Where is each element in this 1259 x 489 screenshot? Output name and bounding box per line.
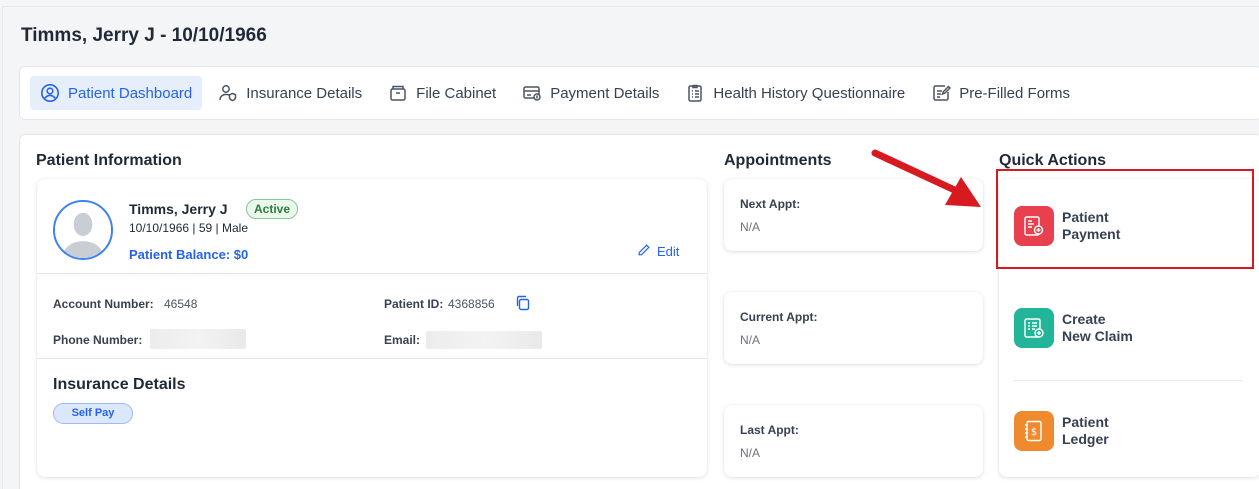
patient-ledger-action[interactable]: $ Patient Ledger [1014, 411, 1109, 451]
insurance-details-title: Insurance Details [53, 376, 186, 393]
create-new-claim-label: Create New Claim [1062, 311, 1133, 344]
tab-health-history-questionnaire[interactable]: Health History Questionnaire [675, 76, 915, 110]
users-shield-icon [218, 83, 238, 103]
divider [37, 358, 707, 359]
patient-name: Timms, Jerry J [129, 201, 228, 217]
account-number-value: 46548 [164, 297, 198, 311]
patient-card: Timms, Jerry J Active 10/10/1966 | 59 | … [37, 179, 707, 477]
current-appt-card: Current Appt: N/A [724, 292, 983, 364]
last-appt-card: Last Appt: N/A [724, 405, 983, 477]
last-appt-label: Last Appt: [740, 423, 799, 437]
next-appt-value: N/A [740, 220, 761, 234]
quick-actions-title: Quick Actions [999, 152, 1106, 169]
form-edit-icon [931, 83, 952, 103]
current-appt-label: Current Appt: [740, 310, 818, 324]
tab-pre-filled-forms[interactable]: Pre-Filled Forms [921, 76, 1080, 110]
phone-number-label: Phone Number: [53, 333, 143, 347]
highlight-box [996, 169, 1254, 269]
edit-label: Edit [657, 244, 680, 259]
email-redacted [426, 331, 542, 349]
tab-bar: Patient Dashboard Insurance Details File… [19, 66, 1259, 120]
patient-demographics: 10/10/1966 | 59 | Male [129, 221, 248, 235]
patient-information-title: Patient Information [36, 152, 182, 169]
tab-label: Insurance Details [246, 84, 363, 102]
red-arrow-icon [871, 149, 981, 207]
current-appt-value: N/A [740, 333, 761, 347]
svg-text:$: $ [1031, 427, 1037, 438]
patient-ledger-label: Patient Ledger [1062, 414, 1109, 447]
tab-label: Patient Dashboard [68, 84, 193, 102]
payment-card-icon [522, 83, 542, 103]
tab-file-cabinet[interactable]: File Cabinet [378, 76, 506, 110]
page-title: Timms, Jerry J - 10/10/1966 [21, 25, 267, 46]
new-claim-icon [1014, 308, 1054, 348]
tab-label: Health History Questionnaire [713, 84, 906, 102]
page: Timms, Jerry J - 10/10/1966 Patient Dash… [2, 6, 1259, 489]
tab-label: Pre-Filled Forms [959, 84, 1071, 102]
patient-balance: Patient Balance: $0 [129, 247, 249, 262]
edit-button[interactable]: Edit [637, 243, 679, 260]
account-number-label: Account Number: [53, 297, 154, 311]
tab-insurance-details[interactable]: Insurance Details [208, 76, 372, 110]
divider [1014, 380, 1242, 381]
patient-id-label: Patient ID: [384, 297, 444, 311]
status-badge: Active [246, 199, 299, 219]
last-appt-value: N/A [740, 446, 761, 460]
tab-patient-dashboard[interactable]: Patient Dashboard [30, 76, 203, 110]
ledger-icon: $ [1014, 411, 1054, 451]
create-new-claim-action[interactable]: Create New Claim [1014, 308, 1133, 348]
insurance-badge: Self Pay [53, 403, 133, 424]
tab-label: Payment Details [550, 84, 660, 102]
cabinet-icon [388, 83, 408, 103]
patient-id-value: 4368856 [448, 297, 495, 311]
next-appt-label: Next Appt: [740, 197, 801, 211]
tab-label: File Cabinet [416, 84, 497, 102]
email-label: Email: [384, 333, 421, 347]
phone-number-redacted [150, 329, 246, 349]
divider [37, 273, 707, 274]
avatar [53, 200, 113, 260]
user-circle-icon [40, 83, 60, 103]
pencil-icon [637, 243, 651, 260]
appointments-title: Appointments [724, 152, 832, 169]
copy-icon[interactable] [514, 294, 532, 317]
clipboard-list-icon [685, 83, 705, 103]
tab-payment-details[interactable]: Payment Details [512, 76, 669, 110]
